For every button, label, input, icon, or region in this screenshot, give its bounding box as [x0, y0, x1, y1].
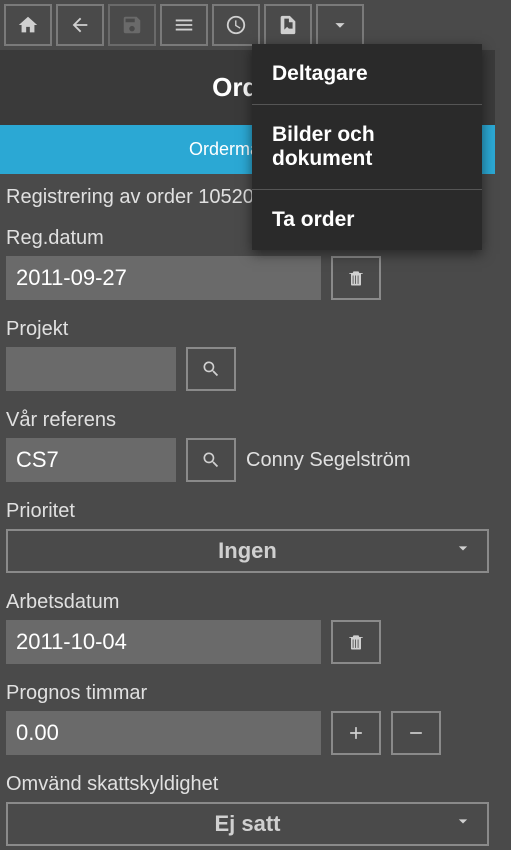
arbetsdatum-clear-button[interactable]	[331, 620, 381, 664]
prognos-input[interactable]	[6, 711, 321, 755]
prognos-label: Prognos timmar	[6, 682, 489, 705]
projekt-input[interactable]	[6, 347, 176, 391]
history-button[interactable]	[212, 4, 260, 46]
prognos-plus-button[interactable]	[331, 711, 381, 755]
home-button[interactable]	[4, 4, 52, 46]
omvand-label: Omvänd skattskyldighet	[6, 773, 489, 796]
plus-icon	[346, 723, 366, 743]
prioritet-value: Ingen	[218, 538, 277, 564]
prioritet-select[interactable]: Ingen	[6, 529, 489, 573]
projekt-label: Projekt	[6, 318, 489, 341]
trash-icon	[346, 632, 366, 652]
menu-icon	[173, 14, 195, 36]
back-icon	[69, 14, 91, 36]
toolbar	[0, 0, 495, 50]
chevron-down-icon	[453, 538, 473, 564]
menu-button[interactable]	[160, 4, 208, 46]
prognos-minus-button[interactable]	[391, 711, 441, 755]
omvand-value: Ej satt	[214, 811, 280, 837]
save-icon	[121, 14, 143, 36]
regdatum-clear-button[interactable]	[331, 256, 381, 300]
referens-search-button[interactable]	[186, 438, 236, 482]
search-icon	[201, 450, 221, 470]
document-button[interactable]	[264, 4, 312, 46]
minus-icon	[406, 723, 426, 743]
trash-icon	[346, 268, 366, 288]
menu-deltagare[interactable]: Deltagare	[252, 44, 482, 105]
save-button[interactable]	[108, 4, 156, 46]
arbetsdatum-input[interactable]	[6, 620, 321, 664]
regdatum-input[interactable]	[6, 256, 321, 300]
search-icon	[201, 359, 221, 379]
referens-label: Vår referens	[6, 409, 489, 432]
menu-taorder[interactable]: Ta order	[252, 190, 482, 250]
chevron-down-icon	[453, 811, 473, 837]
omvand-select[interactable]: Ej satt	[6, 802, 489, 846]
dropdown-menu: Deltagare Bilder och dokument Ta order	[252, 44, 482, 250]
menu-bilder[interactable]: Bilder och dokument	[252, 105, 482, 190]
arbetsdatum-label: Arbetsdatum	[6, 591, 489, 614]
document-icon	[277, 14, 299, 36]
projekt-search-button[interactable]	[186, 347, 236, 391]
referens-name: Conny Segelström	[246, 449, 411, 472]
back-button[interactable]	[56, 4, 104, 46]
referens-input[interactable]	[6, 438, 176, 482]
clock-icon	[225, 14, 247, 36]
more-button[interactable]	[316, 4, 364, 46]
home-icon	[17, 14, 39, 36]
chevron-down-icon	[329, 14, 351, 36]
prioritet-label: Prioritet	[6, 500, 489, 523]
